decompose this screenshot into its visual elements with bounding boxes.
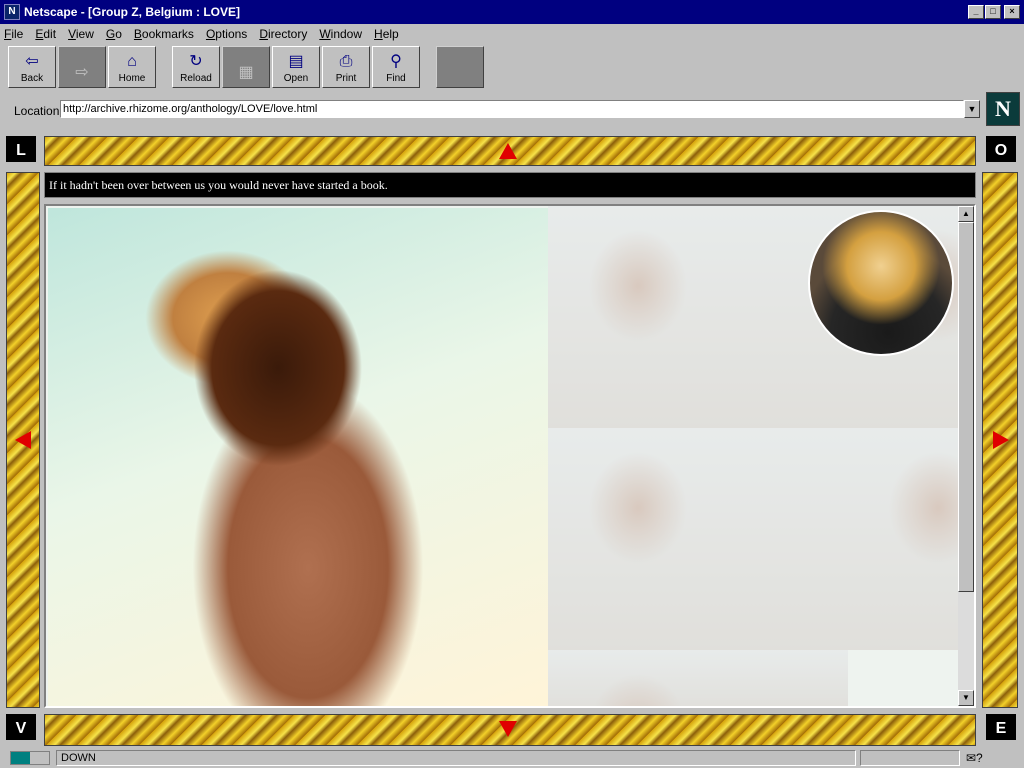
left-gold-strip <box>6 172 40 708</box>
home-label: Home <box>118 73 146 84</box>
location-dropdown-button[interactable]: ▼ <box>964 100 980 118</box>
reload-icon: ↻ <box>189 53 203 70</box>
corner-letter-v: V <box>4 712 38 742</box>
binoculars-icon: ⚲ <box>390 53 402 70</box>
menu-bookmarks[interactable]: Bookmarks <box>134 27 194 41</box>
up-arrow-icon[interactable] <box>499 143 517 159</box>
location-input[interactable]: http://archive.rhizome.org/anthology/LOV… <box>60 100 964 118</box>
home-button[interactable]: ⌂ Home <box>108 46 156 88</box>
open-button[interactable]: ▤ Open <box>272 46 320 88</box>
images-icon: ▦ <box>238 64 254 81</box>
quote-text: If it hadn't been over between us you wo… <box>44 172 976 198</box>
scroll-thumb[interactable] <box>958 222 974 592</box>
stop-button[interactable] <box>436 46 484 88</box>
circular-portrait-photo[interactable] <box>808 210 954 356</box>
background-photo-tile <box>548 428 848 650</box>
location-label: Location: <box>14 104 63 118</box>
minimize-button[interactable]: _ <box>968 5 984 19</box>
back-button[interactable]: ⇦ Back <box>8 46 56 88</box>
down-arrow-icon[interactable] <box>499 721 517 737</box>
image-frame: ▲ ▼ <box>44 204 976 708</box>
back-label: Back <box>20 73 44 84</box>
window-controls: _ □ × <box>967 5 1020 19</box>
status-text: DOWN <box>56 750 856 766</box>
menu-go[interactable]: Go <box>106 27 122 41</box>
portrait-photo <box>48 208 548 706</box>
status-bar: DOWN ✉? <box>0 748 1024 768</box>
progress-cell <box>860 750 960 766</box>
images-button[interactable]: ▦ <box>222 46 270 88</box>
reload-label: Reload <box>180 73 212 84</box>
corner-letter-o: O <box>984 134 1018 164</box>
vertical-scrollbar[interactable]: ▲ ▼ <box>958 206 974 706</box>
close-button[interactable]: × <box>1004 5 1020 19</box>
location-bar: Location: http://archive.rhizome.org/ant… <box>0 96 1024 126</box>
forward-button[interactable]: ⇨ <box>58 46 106 88</box>
background-photo-tile <box>548 650 848 706</box>
home-icon: ⌂ <box>127 53 137 70</box>
forward-arrow-icon: ⇨ <box>75 64 89 81</box>
background-photo-tile <box>848 428 958 650</box>
toolbar: ⇦ Back ⇨ ⌂ Home ↻ Reload ▦ ▤ Open ⎙ Prin… <box>8 46 486 90</box>
corner-letter-l: L <box>4 134 38 164</box>
right-gold-strip <box>982 172 1018 708</box>
right-arrow-icon[interactable] <box>993 431 1009 449</box>
print-button[interactable]: ⎙ Print <box>322 46 370 88</box>
menu-file[interactable]: File <box>4 27 23 41</box>
mail-icon[interactable]: ✉? <box>966 751 983 765</box>
menu-help[interactable]: Help <box>374 27 399 41</box>
netscape-app-icon[interactable]: N <box>4 4 20 20</box>
title-bar: N Netscape - [Group Z, Belgium : LOVE] _… <box>0 0 1024 24</box>
top-gold-strip <box>44 136 976 166</box>
print-label: Print <box>335 73 357 84</box>
menu-directory[interactable]: Directory <box>259 27 307 41</box>
menu-view[interactable]: View <box>68 27 94 41</box>
background-photo-tile <box>548 206 848 428</box>
page-content: L O V E If it hadn't been over between u… <box>0 130 1024 748</box>
reload-button[interactable]: ↻ Reload <box>172 46 220 88</box>
corner-letter-e: E <box>984 712 1018 742</box>
netscape-logo[interactable]: N <box>986 92 1020 126</box>
find-label: Find <box>386 73 406 84</box>
maximize-button[interactable]: □ <box>985 5 1001 19</box>
bottom-gold-strip <box>44 714 976 746</box>
left-arrow-icon[interactable] <box>15 431 31 449</box>
find-button[interactable]: ⚲ Find <box>372 46 420 88</box>
scroll-down-button[interactable]: ▼ <box>958 690 974 706</box>
menu-edit[interactable]: Edit <box>35 27 56 41</box>
window-title: Netscape - [Group Z, Belgium : LOVE] <box>24 5 241 19</box>
scroll-up-button[interactable]: ▲ <box>958 206 974 222</box>
open-label: Open <box>283 73 309 84</box>
menu-options[interactable]: Options <box>206 27 247 41</box>
back-arrow-icon: ⇦ <box>25 53 39 70</box>
open-icon: ▤ <box>288 53 304 70</box>
menu-bar: File Edit View Go Bookmarks Options Dire… <box>0 24 1024 44</box>
menu-window[interactable]: Window <box>319 27 362 41</box>
security-key-icon <box>10 751 50 765</box>
printer-icon: ⎙ <box>339 53 353 70</box>
